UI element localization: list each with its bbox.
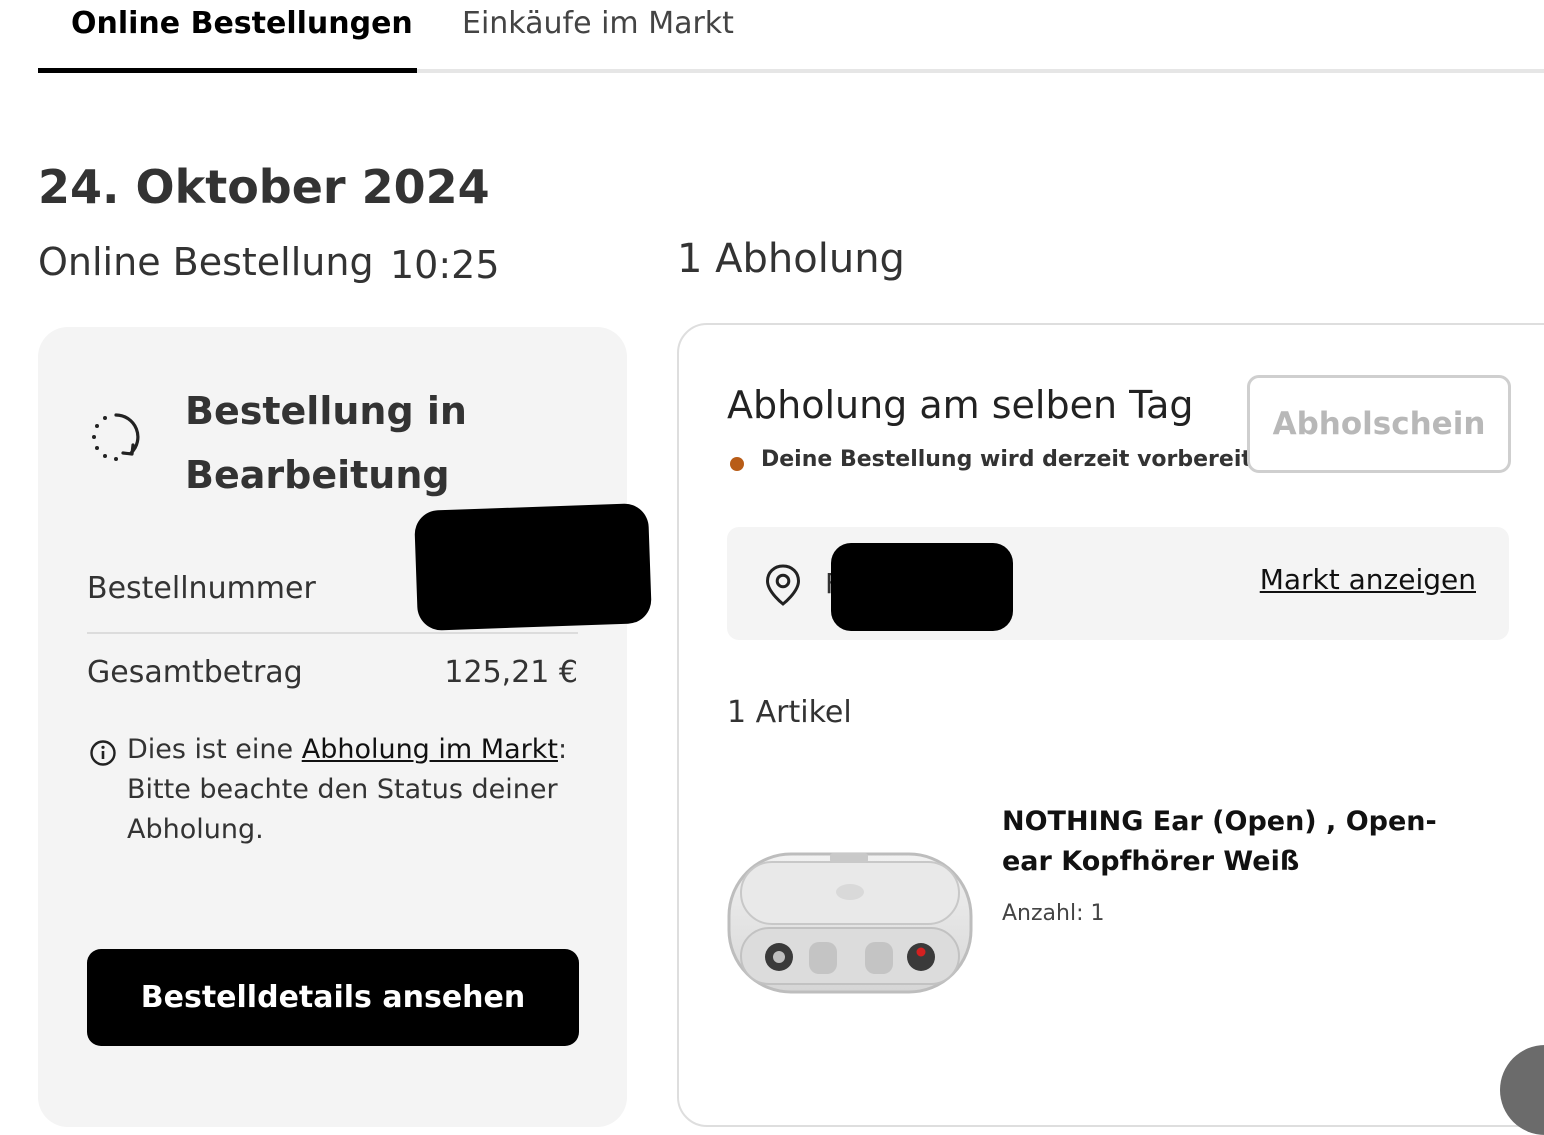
redaction-order-number [413,502,653,632]
pickup-count: 1 Abholung [677,236,905,282]
pickup-info-text: Dies ist eine Abholung im Markt: Bitte b… [127,730,577,850]
pickup-card: Abholung am selben Tag Deine Bestellung … [677,323,1544,1127]
order-date: 24. Oktober 2024 [38,160,490,214]
market-location-box: F Markt anzeigen [727,527,1509,640]
location-pin-icon [765,564,801,606]
order-type-label: Online Bestellung [38,240,374,284]
info-text-prefix: Dies ist eine [127,734,302,765]
redaction-market-name [831,543,1013,631]
product-quantity: Anzahl: 1 [1002,901,1105,926]
order-number-label: Bestellnummer [87,571,316,606]
product-image[interactable] [727,850,975,1000]
order-time: 10:25 [390,243,500,287]
pickup-slip-button[interactable]: Abholschein [1247,375,1511,473]
active-tab-indicator [38,68,417,73]
pickup-title: Abholung am selben Tag [727,383,1194,427]
order-tabs: Online Bestellungen Einkäufe im Markt [0,0,1544,74]
pickup-in-store-link[interactable]: Abholung im Markt [302,734,558,765]
loading-refresh-icon [92,413,140,461]
order-status-title: Bestellung in Bearbeitung [185,389,467,497]
total-value: 125,21 € [444,655,578,690]
summary-divider [87,632,578,634]
order-summary-card: Bestellung in Bearbeitung Bestellnummer … [38,327,653,1127]
total-label: Gesamtbetrag [87,655,303,690]
pickup-status-text: Deine Bestellung wird derzeit vorbereite… [761,447,1278,472]
info-icon [90,740,116,766]
tab-in-store-purchases[interactable]: Einkäufe im Markt [462,6,734,41]
tab-online-orders[interactable]: Online Bestellungen [71,6,413,41]
show-market-link[interactable]: Markt anzeigen [1260,563,1476,596]
status-indicator-dot [730,457,744,471]
view-order-details-button[interactable]: Bestelldetails ansehen [87,949,579,1046]
article-count: 1 Artikel [727,695,852,730]
product-name[interactable]: NOTHING Ear (Open) , Open-ear Kopfhörer … [1002,802,1472,882]
